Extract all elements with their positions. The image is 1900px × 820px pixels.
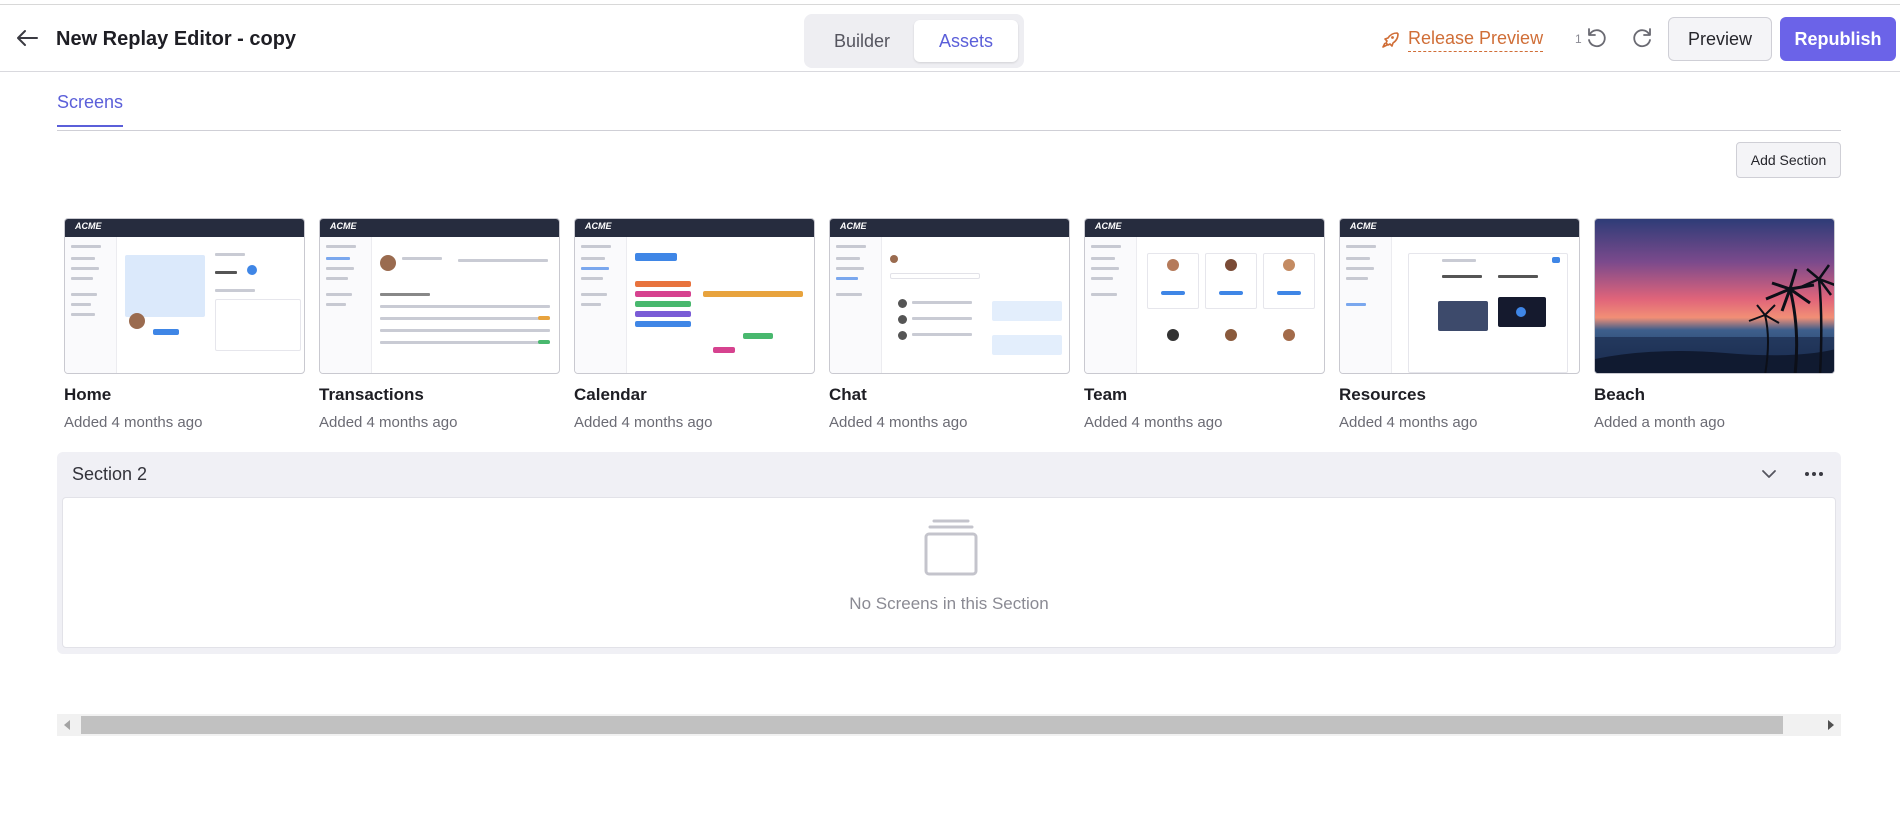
scroll-left-arrow[interactable] [57,714,79,736]
republish-button[interactable]: Republish [1780,17,1896,61]
screen-added-date: Added a month ago [1594,414,1725,431]
screen-name: Calendar [574,385,647,404]
screen-added-date: Added 4 months ago [1339,414,1478,431]
screen-thumbnail: ACME [319,218,560,374]
screen-thumbnail: ACME [1084,218,1325,374]
section-title[interactable]: Section 2 [72,464,147,485]
section-drop-area: No Screens in this Section [62,497,1836,648]
scrollbar-thumb[interactable] [81,716,1783,734]
screen-name: Transactions [319,385,424,404]
scroll-right-arrow[interactable] [1819,714,1841,736]
section-2: Section 2 No Screens in this Section [57,452,1841,654]
screen-thumbnail: ACME [574,218,815,374]
beach-sunset-image [1594,218,1835,374]
asset-tabs: Screens [57,72,1841,131]
preview-button[interactable]: Preview [1668,17,1772,61]
screen-added-date: Added 4 months ago [574,414,713,431]
screen-added-date: Added 4 months ago [1084,414,1223,431]
thumb-logo: ACME [1095,221,1122,231]
screen-name: Resources [1339,385,1426,404]
screen-added-date: Added 4 months ago [829,414,968,431]
screen-name: Home [64,385,112,404]
rocket-icon [1380,30,1400,50]
release-preview-label: Release Preview [1408,28,1544,52]
screen-thumbnail: ACME [64,218,305,374]
screen-thumbnail: ACME [1339,218,1580,374]
screen-name: Beach [1594,385,1646,404]
horizontal-scrollbar[interactable] [57,714,1841,736]
thumb-logo: ACME [585,221,612,231]
tab-assets[interactable]: Assets [914,20,1018,62]
thumb-logo: ACME [75,221,102,231]
screen-name: Chat [829,385,867,404]
tab-screens[interactable]: Screens [57,92,124,127]
undo-icon[interactable] [1583,25,1609,51]
thumb-logo: ACME [330,221,357,231]
add-section-button[interactable]: Add Section [1736,142,1841,178]
screen-thumbnail: ACME [829,218,1070,374]
document-title: New Replay Editor - copy [56,28,297,50]
more-horizontal-icon[interactable] [1801,462,1827,486]
screen-added-date: Added 4 months ago [64,414,203,431]
thumb-logo: ACME [840,221,867,231]
chevron-down-icon[interactable] [1757,462,1781,486]
editor-header: New Replay Editor - copy Builder Assets … [0,5,1900,72]
screen-added-date: Added 4 months ago [319,414,458,431]
screen-name: Team [1084,385,1128,404]
empty-screens-icon [920,516,982,578]
builder-assets-toggle: Builder Assets [804,14,1024,68]
undo-count: 1 [1575,32,1582,46]
empty-section-message: No Screens in this Section [849,594,1049,613]
thumb-logo: ACME [1350,221,1377,231]
redo-icon[interactable] [1630,25,1656,51]
back-arrow-icon[interactable] [14,27,40,49]
tab-builder[interactable]: Builder [810,20,914,62]
